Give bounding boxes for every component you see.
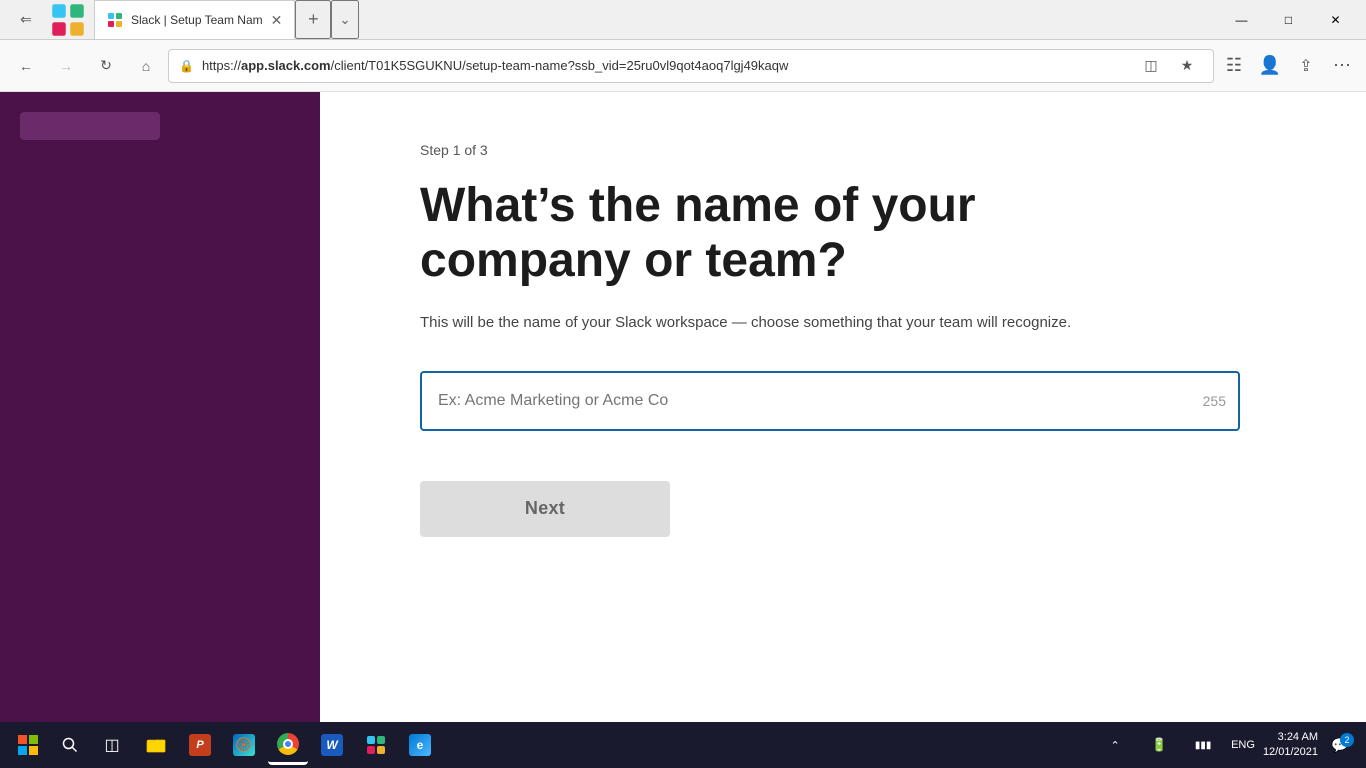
main-content: Step 1 of 3 What’s the name of your comp… <box>320 92 1366 722</box>
tab-favicon <box>107 12 123 28</box>
refresh-btn[interactable]: ↻ <box>88 48 124 84</box>
tray-keyboard[interactable]: ▮▮▮ <box>1183 725 1223 765</box>
new-tab-btn[interactable]: + <box>295 0 331 39</box>
tray-chevron[interactable]: ⌃ <box>1095 725 1135 765</box>
maximize-btn[interactable]: □ <box>1266 0 1311 40</box>
browser-icon-btn[interactable] <box>50 2 86 38</box>
minimize-btn[interactable]: — <box>1219 0 1264 40</box>
taskbar-explorer[interactable] <box>136 725 176 765</box>
home-btn[interactable]: ⌂ <box>128 48 164 84</box>
window-controls: — □ ✕ <box>1219 0 1358 40</box>
main-description: This will be the name of your Slack work… <box>420 312 1200 335</box>
taskbar-edge[interactable]: e <box>400 725 440 765</box>
more-btn[interactable]: ⋯ <box>1326 50 1358 82</box>
browser-icon <box>50 2 86 38</box>
tray-battery[interactable]: 🔋 <box>1139 725 1179 765</box>
char-counter: 255 <box>1203 393 1226 409</box>
tab-bar: Slack | Setup Team Nam ✕ + ⌄ <box>94 0 1211 39</box>
share-btn[interactable]: ⇪ <box>1290 50 1322 82</box>
taskbar-chrome[interactable] <box>268 725 308 765</box>
sidebar-logo <box>20 112 160 140</box>
tab-title: Slack | Setup Team Nam <box>131 13 263 27</box>
next-button[interactable]: Next <box>420 481 670 537</box>
back-btn[interactable]: ← <box>8 48 44 84</box>
url-text: https://app.slack.com/client/T01K5SGUKNU… <box>202 58 1127 73</box>
taskbar-date-value: 12/01/2021 <box>1263 745 1318 760</box>
company-name-input[interactable] <box>420 371 1240 431</box>
taskbar-word[interactable]: W <box>312 725 352 765</box>
favorite-btn[interactable]: ★ <box>1171 50 1203 82</box>
forward-btn[interactable]: → <box>48 48 84 84</box>
notification-btn[interactable]: 💬 2 <box>1322 727 1358 763</box>
lock-icon: 🔒 <box>179 59 194 73</box>
collections-btn[interactable]: ☷ <box>1218 50 1250 82</box>
titlebar: ⇐ Slack | Setup Team Nam ✕ + <box>0 0 1366 40</box>
task-view-btn[interactable]: ◫ <box>92 725 132 765</box>
taskbar-slack[interactable] <box>356 725 396 765</box>
main-heading: What’s the name of your company or team? <box>420 178 1170 288</box>
step-label: Step 1 of 3 <box>420 142 1306 158</box>
notification-badge: 2 <box>1340 733 1354 747</box>
company-input-wrapper: 255 <box>420 371 1240 431</box>
active-tab[interactable]: Slack | Setup Team Nam ✕ <box>94 0 295 39</box>
tab-dropdown-btn[interactable]: ⌄ <box>331 0 358 39</box>
heading-line1: What’s the name of your <box>420 179 976 232</box>
url-bar[interactable]: 🔒 https://app.slack.com/client/T01K5SGUK… <box>168 49 1214 83</box>
start-button[interactable] <box>8 725 48 765</box>
taskbar-clock[interactable]: 3:24 AM 12/01/2021 <box>1263 730 1318 761</box>
close-btn[interactable]: ✕ <box>1313 0 1358 40</box>
url-actions: ◫ ★ <box>1135 50 1203 82</box>
system-tray: ⌃ 🔋 ▮▮▮ ENG <box>1095 725 1259 765</box>
tray-lang: ENG <box>1227 739 1259 751</box>
page-layout: Step 1 of 3 What’s the name of your comp… <box>0 92 1366 722</box>
split-view-btn[interactable]: ◫ <box>1135 50 1167 82</box>
browser-nav-controls: ⇐ <box>8 2 86 38</box>
profile-btn[interactable]: 👤 <box>1254 50 1286 82</box>
heading-line2: company or team? <box>420 234 847 287</box>
tab-close-btn[interactable]: ✕ <box>271 12 283 29</box>
taskbar-search[interactable] <box>52 727 88 763</box>
addressbar: ← → ↻ ⌂ 🔒 https://app.slack.com/client/T… <box>0 40 1366 92</box>
taskbar-time-value: 3:24 AM <box>1263 730 1318 745</box>
sidebar <box>0 92 320 722</box>
taskbar-store[interactable]: 🛞 <box>224 725 264 765</box>
prev-tab-btn[interactable]: ⇐ <box>8 2 44 38</box>
taskbar-powerpoint[interactable]: P <box>180 725 220 765</box>
taskbar: ◫ P 🛞 W e ⌃ 🔋 ▮▮▮ ENG <box>0 722 1366 768</box>
